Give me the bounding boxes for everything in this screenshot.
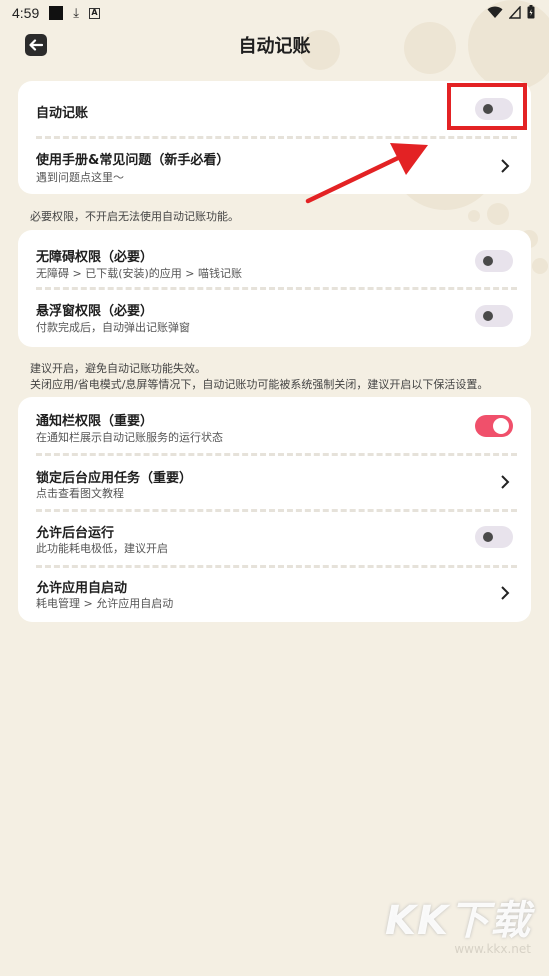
row-background-run[interactable]: 允许后台运行 此功能耗电极低，建议开启 [18,509,531,565]
floating-window-toggle[interactable] [475,305,513,327]
status-time: 4:59 [12,5,40,21]
status-icons [487,5,535,19]
chevron-right-icon [501,586,510,600]
download-icon: ⤓ [73,5,79,21]
watermark-logo: KK下载 [385,898,531,944]
note-suggest: 建议开启，避免自动记账功能失效。 关闭应用/省电模式/息屏等情况下，自动记账功可… [30,361,488,393]
card-required-permissions: 无障碍权限（必要） 无障碍 > 已下载(安装)的应用 > 喵钱记账 悬浮窗权限（… [18,230,531,347]
toggle-knob [483,311,493,321]
app-notification-icon: A [89,7,100,19]
row-title: 锁定后台应用任务（重要） [36,471,193,486]
signal-icon [509,5,521,19]
toggle-knob [483,532,493,542]
accessibility-toggle[interactable] [475,250,513,272]
toggle-knob [483,256,493,266]
battery-icon [527,5,535,19]
decor-bubble [487,203,509,225]
row-notification-permission[interactable]: 通知栏权限（重要） 在通知栏展示自动记账服务的运行状态 [18,397,531,453]
note-required: 必要权限，不开启无法使用自动记账功能。 [30,210,239,223]
row-title: 通知栏权限（重要） [36,414,154,429]
row-subtitle: 付款完成后，自动弹出记账弹窗 [36,321,190,334]
row-subtitle: 点击查看图文教程 [36,487,124,500]
row-accessibility[interactable]: 无障碍权限（必要） 无障碍 > 已下载(安装)的应用 > 喵钱记账 [18,232,531,288]
row-subtitle: 在通知栏展示自动记账服务的运行状态 [36,431,223,444]
row-lock-background-task[interactable]: 锁定后台应用任务（重要） 点击查看图文教程 [18,453,531,509]
chevron-right-icon [501,475,510,489]
row-subtitle: 无障碍 > 已下载(安装)的应用 > 喵钱记账 [36,267,243,280]
notification-toggle[interactable] [475,415,513,437]
row-title: 自动记账 [36,106,89,121]
row-title: 使用手册&常见问题（新手必看） [36,153,230,168]
decor-bubble [468,210,480,222]
row-title: 允许后台运行 [36,526,115,541]
row-title: 无障碍权限（必要） [36,250,154,265]
chevron-right-icon [501,159,510,173]
annotation-arrow-icon [305,143,428,204]
watermark: KK下载 www.kkx.net [385,888,531,956]
decor-bubble [532,258,548,274]
background-run-toggle[interactable] [475,526,513,548]
row-manual-faq[interactable]: 使用手册&常见问题（新手必看） 遇到问题点这里～ [18,138,531,194]
status-bar: 4:59 ⤓ A [0,0,549,26]
note-line: 建议开启，避免自动记账功能失效。 [30,362,206,375]
highlight-box [447,83,527,130]
row-subtitle: 耗电管理 > 允许应用自启动 [36,597,174,610]
card-keep-alive: 通知栏权限（重要） 在通知栏展示自动记账服务的运行状态 锁定后台应用任务（重要）… [18,397,531,622]
row-auto-start[interactable]: 允许应用自启动 耗电管理 > 允许应用自启动 [18,565,531,621]
page-title: 自动记账 [238,36,311,57]
wifi-icon [487,6,503,18]
notification-icon [49,6,64,20]
row-subtitle: 遇到问题点这里～ [36,171,124,184]
row-title: 允许应用自启动 [36,581,128,596]
row-floating-window[interactable]: 悬浮窗权限（必要） 付款完成后，自动弹出记账弹窗 [18,288,531,344]
app-header: 自动记账 [0,28,549,62]
row-title: 悬浮窗权限（必要） [36,304,154,319]
note-line: 关闭应用/省电模式/息屏等情况下，自动记账功可能被系统强制关闭，建议开启以下保活… [30,378,489,391]
toggle-knob [493,418,509,434]
row-subtitle: 此功能耗电极低，建议开启 [36,542,168,555]
